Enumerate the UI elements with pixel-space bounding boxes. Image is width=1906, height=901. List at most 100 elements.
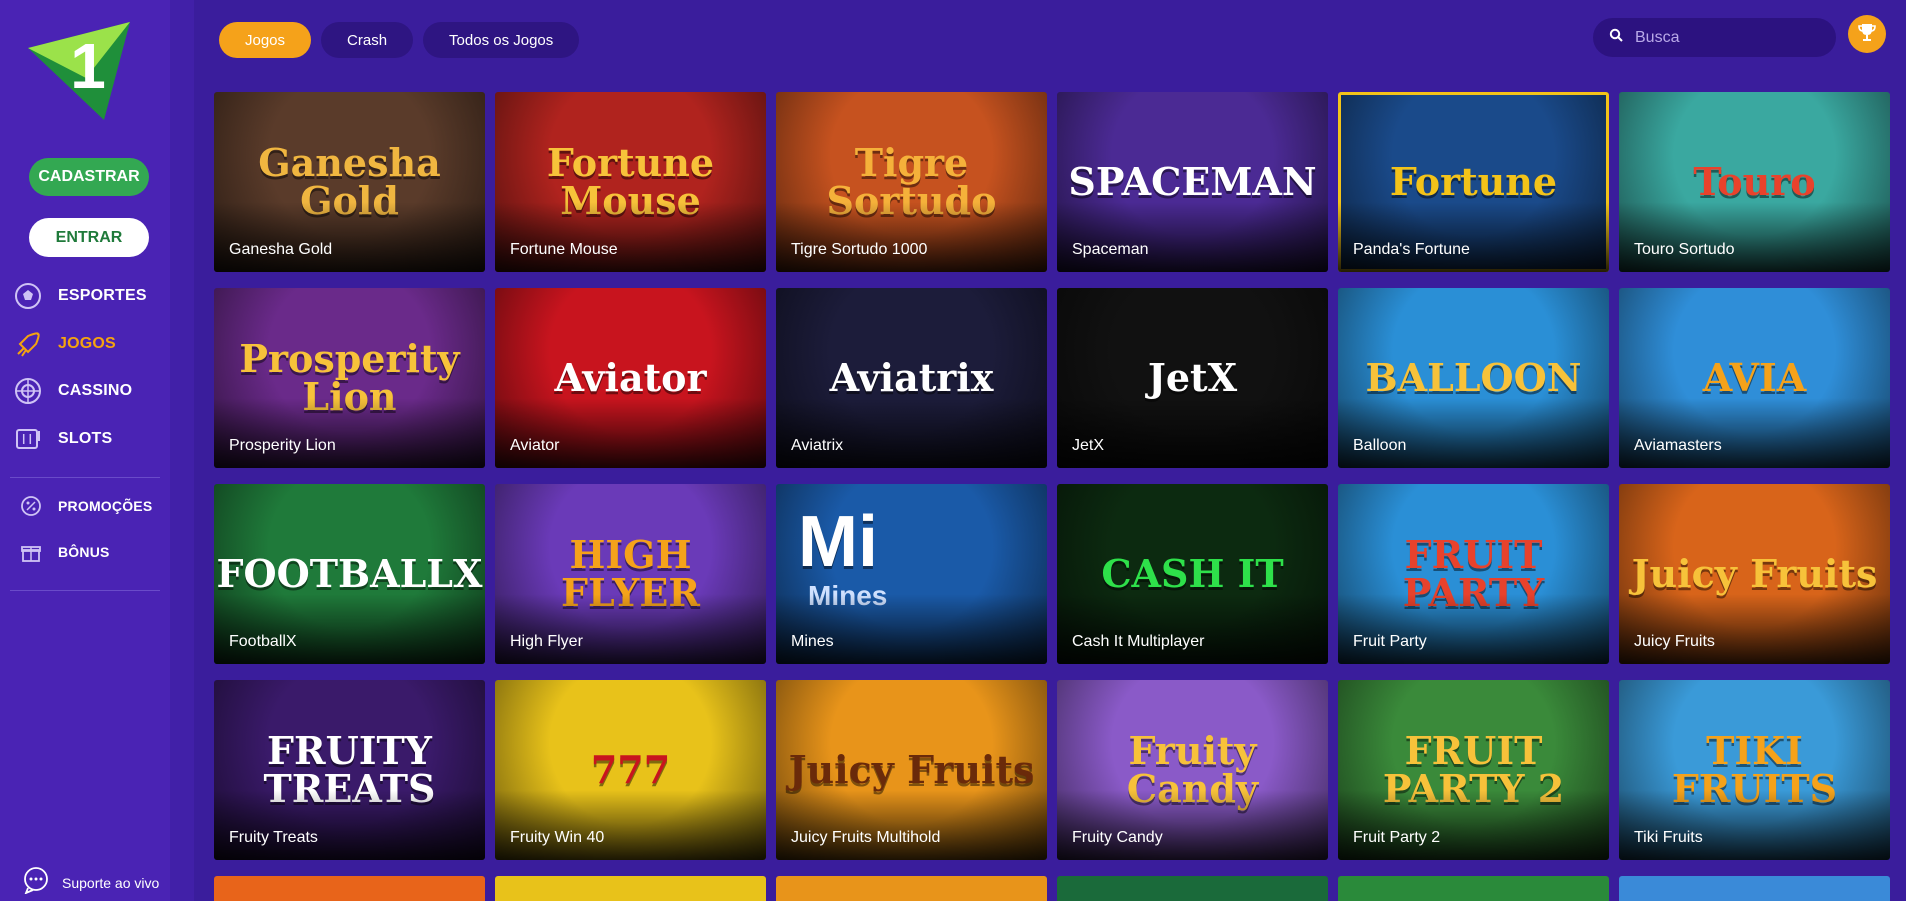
login-button[interactable]: ENTRAR (29, 218, 149, 257)
chat-bubble-icon (22, 866, 50, 899)
card-shade (1057, 398, 1328, 468)
game-card[interactable]: Tigre Sortudo Tigre Sortudo 1000 (776, 92, 1047, 272)
sidebar-item-jogos[interactable]: JOGOS (12, 328, 162, 360)
game-title: Fruit Party (1353, 633, 1427, 650)
game-artwork-title: Touro (1693, 159, 1816, 204)
game-card[interactable]: AVIA Aviamasters (1619, 288, 1890, 468)
trophy-button[interactable] (1848, 15, 1886, 53)
game-card[interactable]: SPACEMAN Spaceman (1057, 92, 1328, 272)
sidebar-item-bonus[interactable]: BÔNUS (12, 539, 162, 565)
sidebar: 1 CADASTRAR ENTRAR ESPORTES JOGOS CASSIN… (0, 0, 170, 901)
sidebar-divider (10, 590, 160, 591)
card-shade (214, 594, 485, 664)
sidebar-divider (10, 477, 160, 478)
game-title: Panda's Fortune (1353, 241, 1470, 258)
game-card-partial[interactable] (1057, 876, 1328, 901)
card-shade (1338, 202, 1609, 272)
game-card[interactable]: MiMinesMines (776, 484, 1047, 664)
game-card[interactable]: Ganesha Gold Ganesha Gold (214, 92, 485, 272)
game-artwork-title: AVIA (1702, 355, 1807, 400)
game-title: Balloon (1353, 437, 1407, 454)
sidebar-item-label: ESPORTES (58, 287, 147, 304)
card-shade (495, 202, 766, 272)
game-card-partial[interactable] (776, 876, 1047, 901)
card-shade (214, 790, 485, 860)
game-card[interactable]: Fortune Panda's Fortune (1338, 92, 1609, 272)
game-card[interactable]: FRUIT PARTY Fruit Party (1338, 484, 1609, 664)
game-card[interactable]: Touro Touro Sortudo (1619, 92, 1890, 272)
sidebar-item-cassino[interactable]: CASSINO (12, 375, 162, 407)
sidebar-item-label: JOGOS (58, 335, 116, 352)
game-artwork-title: FOOTBALLX (216, 551, 483, 596)
game-title: Spaceman (1072, 241, 1149, 258)
game-title: High Flyer (510, 633, 583, 650)
game-artwork-title: Juicy Fruits (788, 747, 1035, 792)
game-artwork-title: Mi (798, 502, 878, 582)
support-label: Suporte ao vivo (62, 874, 160, 891)
card-shade (1619, 398, 1890, 468)
search-input[interactable] (1635, 28, 1815, 47)
register-button[interactable]: CADASTRAR (29, 158, 149, 196)
game-card-partial[interactable] (1619, 876, 1890, 901)
card-shade (495, 398, 766, 468)
game-title: Juicy Fruits Multihold (791, 829, 941, 846)
game-card[interactable]: JetX JetX (1057, 288, 1328, 468)
game-card[interactable]: Juicy Fruits Juicy Fruits Multihold (776, 680, 1047, 860)
sidebar-item-esportes[interactable]: ESPORTES (12, 280, 162, 312)
game-card[interactable]: Aviator Aviator (495, 288, 766, 468)
game-title: Tiki Fruits (1634, 829, 1703, 846)
tab-todos-os-jogos[interactable]: Todos os Jogos (423, 22, 580, 58)
card-shade (1338, 594, 1609, 664)
card-shade (776, 398, 1047, 468)
game-title: Juicy Fruits (1634, 633, 1715, 650)
game-title: Mines (791, 633, 834, 650)
sidebar-item-promocoes[interactable]: PROMOÇÕES (12, 493, 162, 519)
sidebar-item-label: CASSINO (58, 382, 133, 399)
card-shade (1057, 790, 1328, 860)
card-shade (776, 790, 1047, 860)
game-card[interactable]: Fortune Mouse Fortune Mouse (495, 92, 766, 272)
slot-machine-icon (12, 423, 44, 455)
sidebar-edge (170, 0, 194, 901)
search-icon (1609, 28, 1623, 47)
card-shade (214, 398, 485, 468)
game-card[interactable]: FOOTBALLX FootballX (214, 484, 485, 664)
game-card[interactable]: BALLOON Balloon (1338, 288, 1609, 468)
game-card-partial[interactable] (214, 876, 485, 901)
card-shade (1338, 790, 1609, 860)
game-card[interactable]: FRUIT PARTY 2 Fruit Party 2 (1338, 680, 1609, 860)
card-shade (495, 790, 766, 860)
game-card[interactable]: Juicy Fruits Juicy Fruits (1619, 484, 1890, 664)
game-card[interactable]: TIKI FRUITS Tiki Fruits (1619, 680, 1890, 860)
tab-jogos[interactable]: Jogos (219, 22, 312, 58)
game-artwork-title: CASH IT (1101, 551, 1284, 596)
game-title: Aviamasters (1634, 437, 1722, 454)
soccer-ball-icon (12, 280, 44, 312)
game-title: Prosperity Lion (229, 437, 336, 454)
game-card[interactable]: Aviatrix Aviatrix (776, 288, 1047, 468)
search-box[interactable] (1593, 18, 1836, 57)
game-card[interactable]: Fruity Candy Fruity Candy (1057, 680, 1328, 860)
card-shade (1057, 202, 1328, 272)
game-card[interactable]: CASH IT Cash It Multiplayer (1057, 484, 1328, 664)
gift-icon (18, 539, 44, 565)
game-card[interactable]: Prosperity Lion Prosperity Lion (214, 288, 485, 468)
game-card-partial[interactable] (495, 876, 766, 901)
card-shade (776, 594, 1047, 664)
card-shade (495, 594, 766, 664)
game-title: Ganesha Gold (229, 241, 333, 258)
game-card[interactable]: 777 Fruity Win 40 (495, 680, 766, 860)
card-shade (776, 202, 1047, 272)
tab-crash[interactable]: Crash (321, 22, 414, 58)
brand-logo[interactable]: 1 (26, 20, 136, 125)
game-card-partial[interactable] (1338, 876, 1609, 901)
live-support-button[interactable]: Suporte ao vivo (22, 866, 159, 899)
game-title: FootballX (229, 633, 297, 650)
game-artwork-title: Fortune (1389, 159, 1558, 204)
game-card[interactable]: FRUITY TREATS Fruity Treats (214, 680, 485, 860)
game-grid: Ganesha Gold Ganesha Gold Fortune Mouse For… (214, 92, 1894, 860)
game-title: Fortune Mouse (510, 241, 618, 258)
sidebar-item-slots[interactable]: SLOTS (12, 423, 162, 455)
game-card[interactable]: HIGH FLYER High Flyer (495, 484, 766, 664)
game-title: Fruit Party 2 (1353, 829, 1441, 846)
